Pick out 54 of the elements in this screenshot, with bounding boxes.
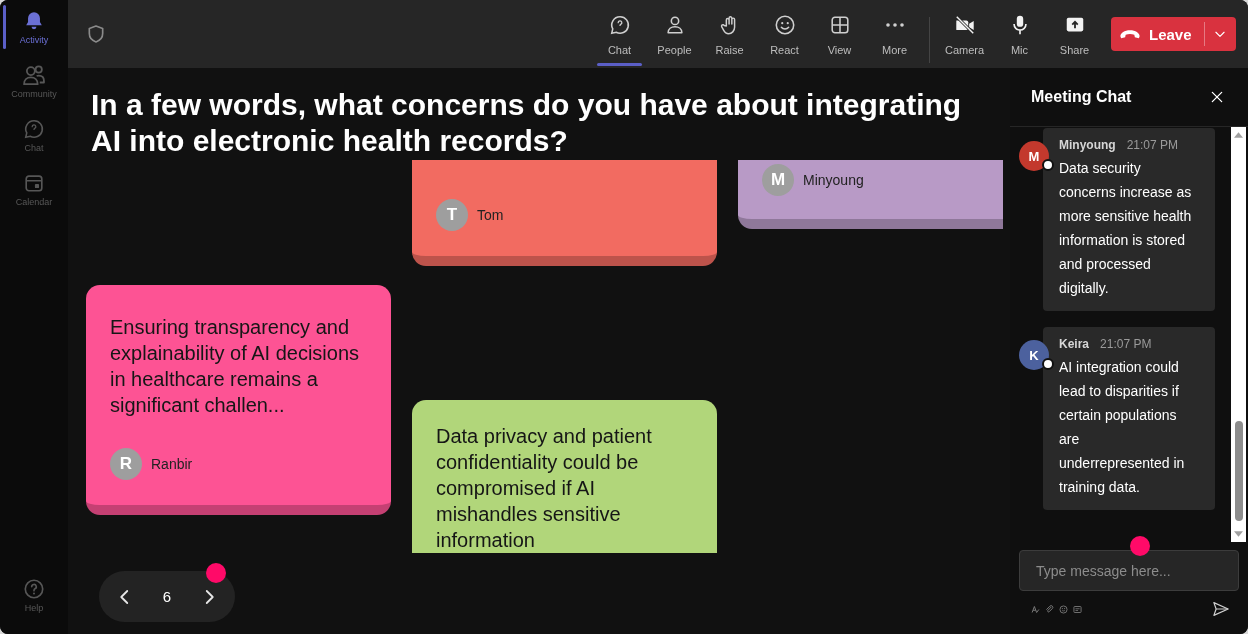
scroll-down-icon[interactable]: [1234, 531, 1243, 537]
panel-title: Meeting Chat: [1031, 88, 1132, 106]
sender-name: Keira: [1059, 337, 1090, 351]
paperclip-icon[interactable]: [1045, 604, 1054, 614]
avatar: M: [1019, 141, 1049, 171]
shield-icon: [86, 24, 106, 44]
toolbar-button[interactable]: More: [867, 0, 922, 68]
toolbar-button[interactable]: Camera: [937, 0, 992, 68]
author-name: Ranbir: [151, 456, 193, 472]
sidebar-item[interactable]: Activity: [0, 0, 68, 54]
author-name: Tom: [477, 207, 504, 223]
chat-bubble-icon: [23, 117, 45, 140]
toolbar-button[interactable]: Share: [1047, 0, 1102, 68]
send-icon: [1211, 600, 1231, 618]
close-icon: [1210, 90, 1224, 104]
card-icon[interactable]: [1073, 604, 1082, 614]
scrollbar-thumb[interactable]: [1235, 421, 1243, 521]
response-text: Data privacy and patient confidentiality could be compromised if AI mishandles sensitive information: [436, 424, 653, 553]
click-marker-icon: [1130, 536, 1150, 556]
toolbar-button[interactable]: Chat: [592, 0, 647, 68]
message-time: 21:07 PM: [1126, 138, 1179, 152]
toolbar-button[interactable]: Mic: [992, 0, 1047, 68]
avatar: T: [436, 199, 468, 231]
message-text: AI integration could lead to disparities if certain populations are underrepresented in training data.: [1059, 358, 1186, 497]
message-text: Data security concerns increase as more sensitive health information is stored and processed digitally.: [1059, 159, 1193, 298]
question-title: In a few words, what concerns do you have about integrating AI into electronic health records?: [91, 87, 963, 159]
response-text: Ensuring transparency and explainability of AI decisions in healthcare remains a significant challen...: [110, 315, 361, 418]
sender-name: Minyoung: [1059, 138, 1116, 152]
group-icon: [23, 63, 45, 86]
leave-button[interactable]: Leave: [1111, 17, 1236, 51]
grid-icon: [828, 14, 851, 36]
message-time: 21:07 PM: [1100, 337, 1152, 351]
scrollbar[interactable]: [1231, 127, 1246, 542]
close-button[interactable]: [1209, 89, 1225, 105]
emoji-icon[interactable]: [1059, 604, 1068, 614]
text-format-icon[interactable]: [1031, 604, 1040, 614]
chat-bubble-icon: [608, 14, 631, 36]
camera-off-icon: [953, 14, 976, 36]
toolbar-button[interactable]: View: [812, 0, 867, 68]
scroll-up-icon[interactable]: [1234, 132, 1243, 138]
click-marker-icon: [206, 563, 226, 583]
avatar: M: [762, 164, 794, 196]
more-icon: [885, 23, 904, 27]
help-icon: [23, 577, 45, 600]
message-input[interactable]: Type message here...: [1019, 550, 1239, 591]
send-button[interactable]: [1211, 599, 1231, 619]
toolbar-button[interactable]: Raise: [702, 0, 757, 68]
toolbar-button[interactable]: React: [757, 0, 812, 68]
avatar: K: [1019, 340, 1049, 370]
toolbar-button[interactable]: People: [647, 0, 702, 68]
author-name: Minyoung: [803, 172, 864, 188]
avatar: R: [110, 448, 142, 480]
page-number: 6: [162, 588, 172, 605]
smiley-icon: [773, 14, 796, 36]
